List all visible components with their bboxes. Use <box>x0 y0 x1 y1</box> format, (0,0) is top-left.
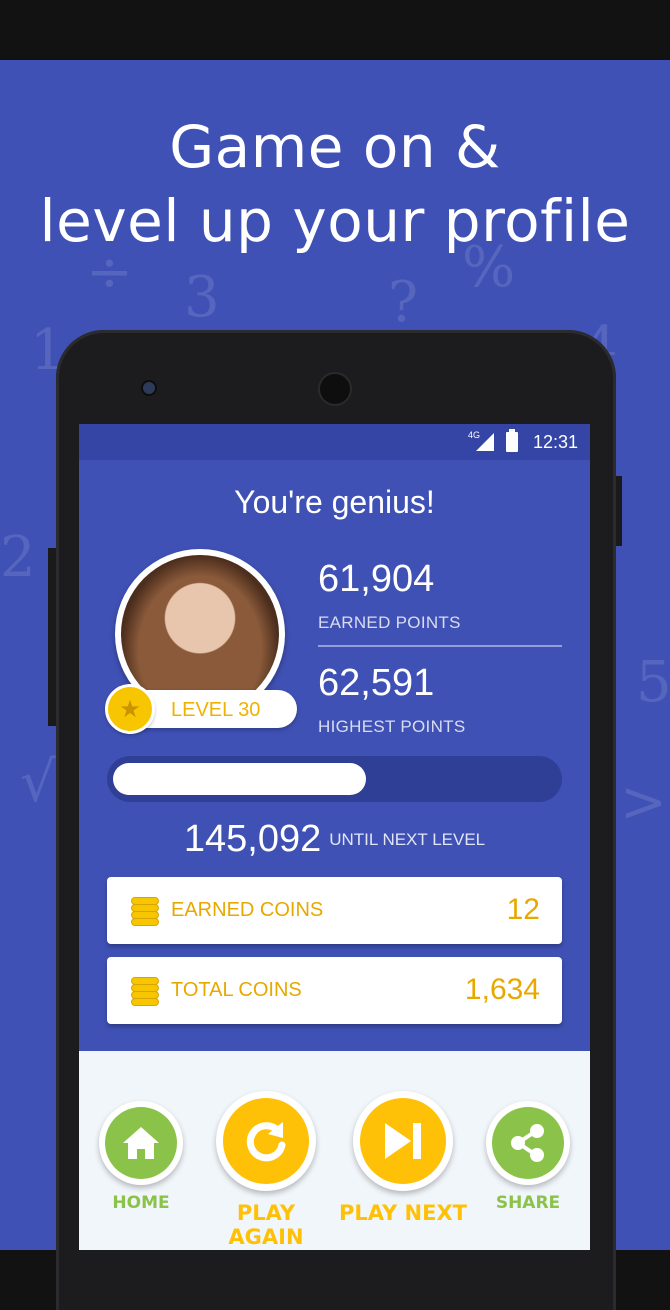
earpiece-speaker <box>320 374 350 404</box>
doodle-question: ? <box>388 270 419 335</box>
doodle-root: √ <box>20 750 56 815</box>
earned-coins-label: EARNED COINS <box>171 899 324 921</box>
stat-divider <box>318 645 562 647</box>
front-camera <box>143 382 155 394</box>
play-again-button[interactable] <box>216 1091 316 1191</box>
play-next-label: PLAY NEXT <box>339 1201 467 1225</box>
highest-points-value: 62,591 <box>318 662 435 704</box>
coin-stack-icon <box>131 897 159 926</box>
promo-headline-line2: level up your profile <box>39 187 631 255</box>
doodle-five: 5 <box>636 650 670 715</box>
home-icon <box>105 1107 177 1179</box>
doodle-greater: > <box>620 770 667 835</box>
total-coins-label: TOTAL COINS <box>171 979 302 1001</box>
replay-icon <box>223 1098 309 1184</box>
status-bar: 4G 12:31 <box>79 424 590 460</box>
coin-stack-icon <box>131 977 159 1006</box>
earned-points-label: EARNED POINTS <box>318 613 461 632</box>
signal-icon <box>476 433 494 451</box>
skip-next-icon <box>360 1098 446 1184</box>
doodle-two: 2 <box>0 525 36 590</box>
star-badge-icon: ★ <box>105 684 155 734</box>
level-progress-fill <box>113 763 366 795</box>
promo-headline-line1: Game on & <box>169 113 501 181</box>
promo-headline: Game on & level up your profile <box>0 110 670 258</box>
level-badge: ★ LEVEL 30 <box>105 684 297 734</box>
earned-coins-card: EARNED COINS 12 <box>107 877 562 944</box>
doodle-three: 3 <box>184 265 220 330</box>
play-next-button[interactable] <box>353 1091 453 1191</box>
app-store-screenshot: 1 ÷ 3 ? % 4 2 5 √ > Game on & level up y… <box>0 0 670 1310</box>
home-label: HOME <box>112 1193 170 1213</box>
result-title: You're genius! <box>234 484 435 520</box>
share-button[interactable] <box>486 1101 570 1185</box>
volume-button <box>48 548 56 726</box>
power-button <box>616 476 622 546</box>
level-label: LEVEL 30 <box>171 699 261 721</box>
earned-points-value: 61,904 <box>318 558 435 600</box>
level-progress-bar <box>107 756 562 802</box>
status-time: 12:31 <box>532 432 578 452</box>
share-icon <box>492 1107 564 1179</box>
total-coins-card: TOTAL COINS 1,634 <box>107 957 562 1024</box>
total-coins-value: 1,634 <box>464 973 540 1006</box>
earned-coins-value: 12 <box>506 893 540 926</box>
highest-points-label: HIGHEST POINTS <box>318 717 466 736</box>
home-button[interactable] <box>99 1101 183 1185</box>
battery-icon <box>506 429 518 452</box>
game-result-screen: 4G 12:31 You're genius! ★ LEVEL 30 61,90… <box>79 424 590 1250</box>
action-bar: HOME PLAY AGAIN PLAY NEXT SHARE <box>79 1051 590 1250</box>
until-next-value: 145,092 <box>183 818 322 860</box>
play-again-label: PLAY AGAIN <box>228 1201 304 1249</box>
until-next-label: UNTIL NEXT LEVEL <box>329 829 486 849</box>
next-level-info: 145,092 UNTIL NEXT LEVEL <box>79 818 590 861</box>
share-label: SHARE <box>495 1193 561 1213</box>
